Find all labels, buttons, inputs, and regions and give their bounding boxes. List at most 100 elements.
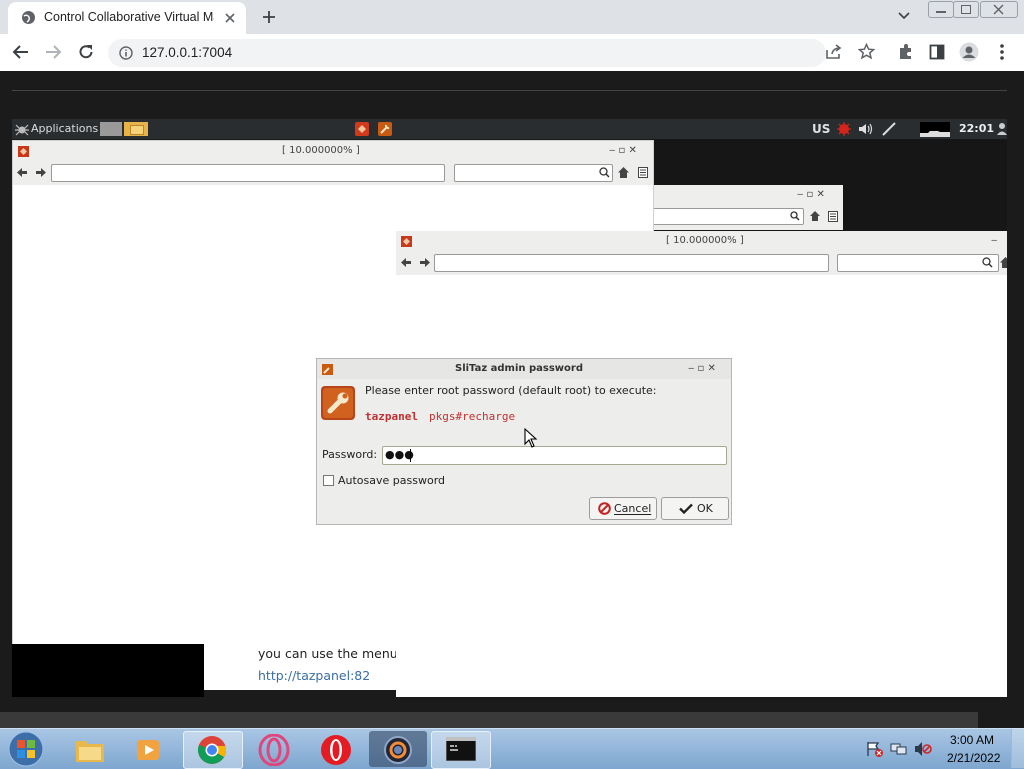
side-panel-icon[interactable] <box>929 44 945 60</box>
url-text: 127.0.0.1:7004 <box>142 45 233 60</box>
wrench-icon <box>322 364 333 375</box>
forward-arrow-icon[interactable] <box>44 44 62 60</box>
ok-button[interactable]: OK <box>661 497 729 520</box>
slitaz-window-icon <box>401 236 412 247</box>
cancel-button[interactable]: Cancel <box>589 497 657 520</box>
tab-title: Control Collaborative Virtual Ma <box>44 10 214 24</box>
back-icon[interactable] <box>401 258 411 267</box>
password-field[interactable]: ●●● <box>382 446 727 465</box>
chevron-down-icon[interactable] <box>898 12 910 20</box>
network-tray-icon[interactable] <box>890 741 908 757</box>
viewer-separator <box>12 90 1007 91</box>
restore-window-button[interactable] <box>953 1 979 18</box>
slitaz-panel-icon[interactable] <box>355 122 369 136</box>
command-name: tazpanel <box>365 410 418 423</box>
taskbar-time[interactable]: 3:00 AM <box>950 733 994 747</box>
vm-app-icon <box>384 736 412 764</box>
start-button-icon[interactable] <box>6 730 46 768</box>
search-field[interactable] <box>454 164 613 182</box>
dialog-window-controls[interactable]: ‒ ▫ ✕ <box>688 363 716 374</box>
chrome-taskbar-button[interactable] <box>183 731 243 769</box>
tazpanel-link[interactable]: http://tazpanel:82 <box>258 668 370 683</box>
window-titlebar[interactable]: [ 10.000000% ] ‒ <box>396 231 1007 251</box>
autosave-checkbox[interactable] <box>323 475 334 486</box>
home-icon[interactable] <box>618 167 629 178</box>
url-field[interactable] <box>51 164 445 182</box>
search-icon <box>982 257 993 268</box>
text-caret <box>410 449 411 462</box>
minimize-window-button[interactable] <box>928 1 954 18</box>
forward-icon[interactable] <box>36 168 46 177</box>
cancel-label: Cancel <box>614 502 652 515</box>
opera-gx-icon <box>258 734 290 766</box>
panel-clock: 22:01 <box>959 122 995 135</box>
window-title: [ 10.000000% ] <box>282 145 360 156</box>
workspace-1[interactable] <box>100 122 122 136</box>
opera-taskbar-button[interactable] <box>307 731 365 767</box>
profile-avatar-icon[interactable] <box>959 42 979 62</box>
extensions-icon[interactable] <box>897 43 914 60</box>
keyboard-layout[interactable]: US <box>812 122 830 136</box>
chrome-icon <box>198 736 227 764</box>
address-bar[interactable]: 127.0.0.1:7004 <box>108 39 826 67</box>
search-icon <box>599 167 610 178</box>
browser-toolbar <box>13 161 653 185</box>
search-field[interactable] <box>650 208 804 225</box>
menu-kebab-icon[interactable] <box>999 43 1005 61</box>
window-titlebar[interactable]: [ 10.000000% ] ‒ ▫ ✕ <box>13 141 653 161</box>
desktop-background-strip <box>12 644 204 697</box>
reload-icon[interactable] <box>77 43 95 61</box>
url-field[interactable] <box>434 254 829 272</box>
user-icon[interactable] <box>997 122 1007 135</box>
volume-icon[interactable] <box>858 123 874 135</box>
close-window-button[interactable] <box>980 1 1018 18</box>
window-controls[interactable]: ‒ ▫ ✕ <box>797 189 825 200</box>
minimize-control[interactable]: ‒ <box>991 235 997 246</box>
dialog-prompt: Please enter root password (default root… <box>365 384 657 397</box>
vm-app-taskbar-button[interactable] <box>369 731 427 767</box>
home-icon[interactable] <box>810 211 820 221</box>
autosave-label[interactable]: Autosave password <box>338 474 445 487</box>
bookmark-star-icon[interactable] <box>858 43 875 60</box>
close-tab-icon[interactable] <box>224 12 236 24</box>
volume-muted-icon[interactable] <box>914 741 932 757</box>
checkmark-icon <box>679 503 693 514</box>
back-arrow-icon[interactable] <box>12 44 30 60</box>
site-info-icon[interactable] <box>119 46 133 60</box>
bookmarks-icon[interactable] <box>638 167 648 178</box>
forward-icon[interactable] <box>420 258 430 267</box>
command-prompt-icon <box>446 737 476 761</box>
ok-label: OK <box>697 502 713 515</box>
browser-tab[interactable]: Control Collaborative Virtual Ma <box>8 2 246 34</box>
new-tab-icon[interactable] <box>262 10 276 24</box>
wrench-icon[interactable] <box>378 122 392 136</box>
search-field[interactable] <box>837 254 999 272</box>
show-desktop-button[interactable] <box>1011 729 1024 768</box>
window-controls[interactable]: ‒ ▫ ✕ <box>609 145 637 156</box>
home-icon[interactable] <box>1000 257 1007 268</box>
slitaz-spider-icon[interactable] <box>15 122 29 136</box>
bookmarks-icon[interactable] <box>828 211 838 222</box>
search-icon <box>790 211 800 221</box>
back-icon[interactable] <box>17 168 27 177</box>
dialog-titlebar[interactable]: SliTaz admin password ‒ ▫ ✕ <box>317 359 731 379</box>
brush-icon[interactable] <box>882 122 896 136</box>
cmd-taskbar-button[interactable] <box>431 731 491 769</box>
applications-menu[interactable]: Applications <box>31 122 98 135</box>
media-player-taskbar-button[interactable] <box>121 731 179 767</box>
taskbar-date[interactable]: 2/21/2022 <box>947 751 1000 765</box>
network-status-icon[interactable] <box>837 122 851 136</box>
cpu-graph <box>920 122 950 137</box>
mouse-cursor-icon <box>524 428 538 448</box>
background-browser-window-middle[interactable]: ‒ ▫ ✕ <box>650 185 843 230</box>
password-label: Password: <box>322 448 378 461</box>
close-icon <box>993 4 1004 15</box>
file-manager-launcher[interactable] <box>124 122 148 136</box>
media-player-icon <box>137 740 159 760</box>
opera-gx-taskbar-button[interactable] <box>245 731 303 767</box>
wrench-large-icon <box>321 386 355 420</box>
cancel-icon <box>598 502 611 515</box>
action-center-flag-icon[interactable] <box>866 741 884 757</box>
explorer-taskbar-button[interactable] <box>60 731 118 767</box>
share-icon[interactable] <box>825 44 842 60</box>
